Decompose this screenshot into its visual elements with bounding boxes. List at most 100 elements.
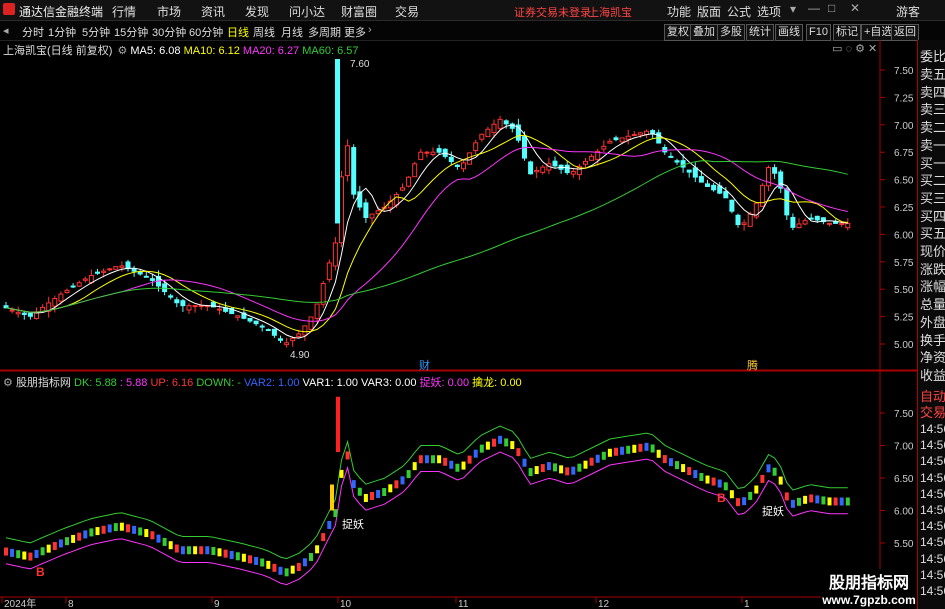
signal-bar [626, 445, 631, 454]
signal-bar [467, 455, 472, 464]
candle-body [766, 167, 771, 187]
menu-item-hangqing[interactable]: 行情 [112, 3, 136, 20]
pane-close-icon[interactable]: ✕ [868, 43, 877, 55]
signal-bar [22, 551, 27, 560]
signal-bar [46, 544, 51, 553]
ma5-label: MA5: 6.08 [130, 45, 181, 57]
candlestick-series [3, 59, 851, 348]
fuquan-button[interactable]: 复权 [664, 24, 692, 41]
signal-bar [784, 492, 789, 501]
menu-item-gongneng[interactable]: 功能 [667, 3, 691, 20]
zhaoyao-annotation-2: 捉妖 [762, 506, 784, 518]
settings-icon[interactable]: ⚙ [117, 45, 127, 57]
menu-item-zixun[interactable]: 资讯 [201, 3, 225, 20]
signal-bar [839, 497, 844, 506]
candle-body [314, 303, 320, 320]
settings-icon[interactable]: ⚙ [3, 377, 13, 389]
quote-row-label: 净资 [920, 350, 945, 366]
kline-chart-area[interactable]: 7.50 7.25 7.00 6.75 6.50 6.25 6.00 5.75 5.50 5.25… [0, 40, 917, 609]
candle-body [192, 305, 198, 308]
signal-bar [412, 462, 417, 471]
menu-item-caifuquan[interactable]: 财富圈 [341, 3, 377, 20]
signal-bar [546, 462, 551, 471]
candle-body [52, 297, 58, 307]
period-tab-weekly[interactable]: 周线 [253, 24, 275, 40]
signal-bar [778, 476, 783, 485]
period-tab-5min[interactable]: 5分钟 [82, 24, 110, 40]
pane-menu-icon[interactable]: ▭ [832, 43, 842, 55]
minimize-icon[interactable]: ▾ [790, 2, 796, 16]
time-tick-label: 12 [598, 599, 610, 609]
app-logo-icon [3, 3, 15, 15]
candle-body [583, 160, 588, 165]
signal-bar [138, 527, 143, 536]
f10-button[interactable]: F10 [806, 24, 831, 41]
menu-item-xuanxiang[interactable]: 选项 [757, 3, 781, 20]
menu-item-banmian[interactable]: 版面 [697, 3, 721, 20]
event-marker[interactable]: 腾 [747, 357, 758, 373]
candle-body [64, 289, 70, 294]
trade-label[interactable]: 交易 [920, 402, 945, 421]
period-tab-1min[interactable]: 1分钟 [48, 24, 76, 40]
pane-controls: ▭ ◌ ⚙ ✕ [832, 42, 877, 55]
stock-title: 上海凯宝(日线 前复权) [3, 45, 113, 57]
candle-body [479, 133, 485, 140]
left-arrow-icon[interactable]: ◂ [3, 24, 9, 37]
back-button[interactable]: 返回 [891, 24, 919, 41]
period-tab-daily[interactable]: 日线 [227, 24, 249, 40]
signal-bar [315, 545, 320, 554]
pane-zoom-icon[interactable]: ◌ [845, 43, 852, 55]
sub-chart-title: 股朋指标网 [15, 377, 71, 389]
user-label[interactable]: 游客 [896, 3, 920, 20]
menu-item-gongshi[interactable]: 公式 [727, 3, 751, 20]
menu-item-wenxiaoda[interactable]: 问小达 [289, 3, 325, 20]
duogu-button[interactable]: 多股 [717, 24, 745, 41]
tongji-button[interactable]: 统计 [746, 24, 774, 41]
window-close-icon[interactable]: ✕ [850, 1, 860, 15]
signal-bar [40, 547, 45, 556]
period-tab-30min[interactable]: 30分钟 [152, 24, 186, 40]
candle-body [271, 328, 277, 336]
candle-body [335, 59, 340, 224]
candle-body [686, 169, 692, 173]
signal-bar [248, 555, 252, 564]
chevron-right-icon[interactable]: › [368, 24, 372, 36]
signal-bar [431, 455, 435, 464]
price-tick-label: 7.25 [894, 93, 914, 104]
period-tab-multi[interactable]: 多周期 [308, 24, 341, 40]
huaxian-button[interactable]: 画线 [775, 24, 803, 41]
candle-body [790, 216, 796, 228]
period-tab-fenshi[interactable]: 分时 [22, 24, 44, 40]
finance-marker[interactable]: 财 [419, 357, 430, 373]
menu-item-jiaoyi[interactable]: 交易 [395, 3, 419, 20]
candle-body [168, 295, 174, 298]
signal-bar [803, 495, 808, 504]
period-tab-more[interactable]: 更多 [344, 24, 366, 40]
signal-bar [339, 469, 344, 478]
signal-bar [620, 446, 625, 455]
menu-item-faxian[interactable]: 发现 [245, 3, 269, 20]
candle-body [784, 188, 790, 216]
menu-item-shichang[interactable]: 市场 [157, 3, 181, 20]
candle-body [290, 337, 296, 342]
biaoji-button[interactable]: 标记 [833, 24, 861, 41]
signal-bar [34, 549, 39, 558]
signal-bar [565, 467, 570, 476]
diejia-button[interactable]: 叠加 [690, 24, 718, 41]
period-tab-15min[interactable]: 15分钟 [114, 24, 148, 40]
candle-body [625, 135, 631, 140]
candle-body [540, 166, 546, 173]
signal-bar [168, 541, 173, 550]
candle-body [570, 170, 576, 175]
window-min-icon[interactable]: — [808, 1, 820, 15]
period-tab-60min[interactable]: 60分钟 [189, 24, 223, 40]
period-tab-monthly[interactable]: 月线 [281, 24, 303, 40]
pane-settings-icon[interactable]: ⚙ [855, 43, 865, 55]
signal-bar [790, 499, 795, 508]
quote-row-label: 卖一 [920, 137, 945, 153]
signal-bar [705, 475, 710, 484]
login-notice[interactable]: 证券交易未登录 [514, 4, 591, 20]
signal-bar [614, 447, 618, 456]
tick-time: 14:56 [920, 470, 945, 485]
window-max-icon[interactable]: □ [828, 1, 835, 15]
